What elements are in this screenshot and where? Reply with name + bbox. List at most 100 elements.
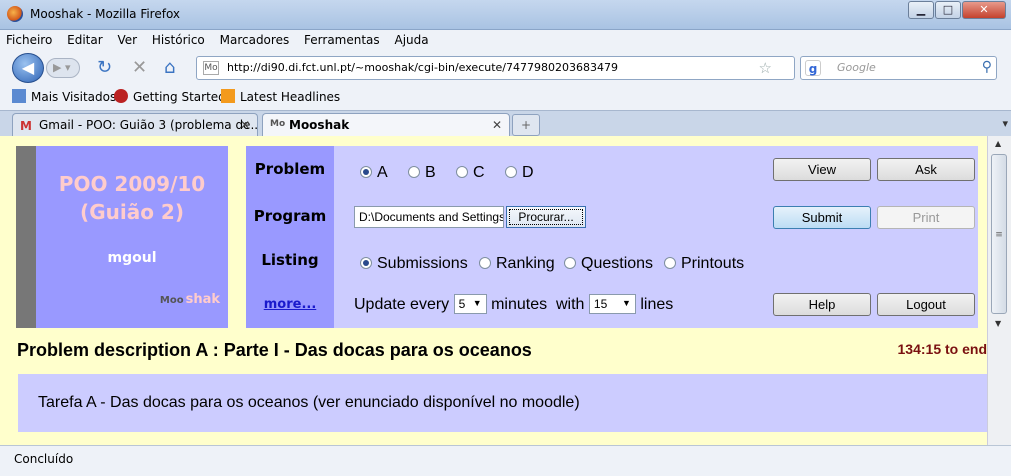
scroll-down-icon[interactable]: ▼ bbox=[995, 319, 1001, 328]
scroll-up-icon[interactable]: ▲ bbox=[995, 139, 1001, 148]
back-arrow-icon[interactable]: ◀ bbox=[12, 53, 44, 83]
scrollbar-thumb[interactable]: ≡ bbox=[991, 154, 1007, 314]
menu-marcadores[interactable]: Marcadores bbox=[214, 30, 295, 47]
tab-label: Mooshak bbox=[289, 118, 350, 132]
problem-radio-a[interactable]: A bbox=[360, 162, 388, 182]
view-button[interactable]: View bbox=[773, 158, 871, 181]
problem-radio-c[interactable]: C bbox=[456, 162, 485, 182]
site-favicon-icon: Mo bbox=[203, 61, 219, 75]
mooshak-logo: Moo shak bbox=[160, 292, 220, 307]
bookmark-getting-started[interactable]: Getting Started bbox=[114, 89, 226, 104]
search-icon[interactable]: ⚲ bbox=[982, 59, 992, 75]
label-column: Problem Program Listing more... bbox=[246, 146, 334, 328]
search-bar[interactable]: g Google ⚲ bbox=[800, 56, 997, 80]
course-title: POO 2009/10 (Guião 2) bbox=[36, 170, 228, 226]
tab-bar: M Gmail - POO: Guião 3 (problema de... ✕… bbox=[0, 110, 1011, 138]
minutes-label: minutes bbox=[491, 296, 548, 313]
problem-label: Problem bbox=[254, 160, 326, 178]
radio-button[interactable] bbox=[479, 257, 491, 269]
listing-radio-questions[interactable]: Questions bbox=[564, 253, 653, 273]
google-icon[interactable]: g bbox=[805, 60, 821, 76]
problem-radio-d[interactable]: D bbox=[505, 162, 534, 182]
close-window-button[interactable]: ✕ bbox=[962, 1, 1006, 19]
mozilla-icon bbox=[114, 89, 128, 103]
lines-value: 15 bbox=[593, 297, 608, 311]
submit-button[interactable]: Submit bbox=[773, 206, 871, 229]
radio-button[interactable] bbox=[505, 166, 517, 178]
bookmark-mais-visitados[interactable]: Mais Visitados bbox=[12, 89, 116, 104]
radio-button[interactable] bbox=[456, 166, 468, 178]
firefox-icon bbox=[7, 6, 23, 22]
radio-button[interactable] bbox=[664, 257, 676, 269]
menu-historico[interactable]: Histórico bbox=[146, 30, 210, 47]
radio-button[interactable] bbox=[360, 257, 372, 269]
new-tab-button[interactable]: + bbox=[512, 114, 540, 136]
menu-bar: Ficheiro Editar Ver Histórico Marcadores… bbox=[0, 30, 1011, 52]
close-tab-icon[interactable]: ✕ bbox=[240, 118, 250, 132]
with-label: with bbox=[556, 296, 585, 313]
window-title: Mooshak - Mozilla Firefox bbox=[30, 7, 181, 21]
stop-icon[interactable]: ✕ bbox=[132, 57, 147, 78]
mooshak-icon: Mo bbox=[270, 119, 286, 129]
listing-radio-ranking[interactable]: Ranking bbox=[479, 253, 555, 273]
tab-mooshak[interactable]: Mo Mooshak ✕ bbox=[262, 113, 510, 138]
logout-button[interactable]: Logout bbox=[877, 293, 975, 316]
more-link[interactable]: more... bbox=[246, 297, 334, 312]
reload-icon[interactable]: ↻ bbox=[97, 57, 112, 78]
forward-arrow-icon[interactable]: ▶ ▾ bbox=[46, 58, 80, 78]
search-placeholder[interactable]: Google bbox=[837, 61, 876, 74]
menu-ver[interactable]: Ver bbox=[111, 30, 142, 47]
problem-description-text: Tarefa A - Das docas para os oceanos (ve… bbox=[38, 394, 580, 411]
browse-button[interactable]: Procurar... bbox=[506, 206, 586, 228]
chevron-down-icon: ▼ bbox=[621, 298, 631, 308]
countdown-timer: 134:15 to end bbox=[897, 341, 987, 357]
vertical-scrollbar[interactable]: ▲ ≡ ▼ bbox=[987, 136, 1011, 445]
radio-button[interactable] bbox=[408, 166, 420, 178]
window-titlebar: Mooshak - Mozilla Firefox ▁ □ ✕ bbox=[0, 0, 1011, 30]
radio-label: D bbox=[522, 164, 534, 181]
radio-label: C bbox=[473, 164, 485, 181]
maximize-button[interactable]: □ bbox=[935, 1, 961, 19]
problem-description: Tarefa A - Das docas para os oceanos (ve… bbox=[18, 374, 993, 432]
program-file-input[interactable]: D:\Documents and Settings bbox=[354, 206, 504, 228]
listing-label: Listing bbox=[261, 251, 319, 269]
mooshak-logo-icon: Moo bbox=[159, 295, 184, 306]
lines-select[interactable]: 15 ▼ bbox=[588, 294, 636, 314]
bookmark-latest-headlines[interactable]: Latest Headlines bbox=[221, 89, 340, 104]
minimize-button[interactable]: ▁ bbox=[908, 1, 934, 19]
program-label: Program bbox=[253, 207, 327, 225]
course-panel: POO 2009/10 (Guião 2) mgoul Moo shak bbox=[16, 146, 228, 328]
problem-title: Problem description A : Parte I - Das do… bbox=[17, 340, 532, 360]
radio-label: Questions bbox=[581, 255, 654, 272]
help-button[interactable]: Help bbox=[773, 293, 871, 316]
close-tab-icon[interactable]: ✕ bbox=[492, 118, 502, 132]
url-text[interactable]: http://di90.di.fct.unl.pt/~mooshak/cgi-b… bbox=[227, 61, 618, 74]
home-icon[interactable]: ⌂ bbox=[164, 57, 175, 78]
problem-radio-b[interactable]: B bbox=[408, 162, 436, 182]
menu-ficheiro[interactable]: Ficheiro bbox=[0, 30, 57, 47]
page-content: POO 2009/10 (Guião 2) mgoul Moo shak Prob… bbox=[0, 136, 993, 445]
radio-label: Printouts bbox=[681, 255, 745, 272]
print-button[interactable]: Print bbox=[877, 206, 975, 229]
radio-button[interactable] bbox=[360, 166, 372, 178]
minutes-value: 5 bbox=[458, 297, 466, 311]
course-title-line2: (Guião 2) bbox=[80, 200, 184, 224]
radio-button[interactable] bbox=[564, 257, 576, 269]
menu-ferramentas[interactable]: Ferramentas bbox=[298, 30, 385, 47]
update-prefix: Update every bbox=[354, 296, 450, 313]
radio-label: Submissions bbox=[377, 255, 468, 272]
bookmark-star-icon[interactable]: ☆ bbox=[759, 59, 772, 77]
menu-editar[interactable]: Editar bbox=[61, 30, 108, 47]
tab-list-chevron-icon[interactable]: ▾ bbox=[1002, 117, 1008, 130]
bookmarks-toolbar: Mais Visitados Getting Started Latest He… bbox=[0, 84, 1011, 110]
minutes-select[interactable]: 5 ▼ bbox=[453, 294, 487, 314]
tab-gmail[interactable]: M Gmail - POO: Guião 3 (problema de... ✕ bbox=[12, 113, 258, 137]
listing-radio-submissions[interactable]: Submissions bbox=[360, 253, 468, 273]
listing-radio-printouts[interactable]: Printouts bbox=[664, 253, 744, 273]
most-visited-icon bbox=[12, 89, 26, 103]
menu-ajuda[interactable]: Ajuda bbox=[389, 30, 434, 47]
status-bar: Concluído bbox=[0, 445, 1011, 476]
ask-button[interactable]: Ask bbox=[877, 158, 975, 181]
url-bar[interactable]: Mo http://di90.di.fct.unl.pt/~mooshak/cg… bbox=[196, 56, 795, 80]
rss-feed-icon bbox=[221, 89, 235, 103]
